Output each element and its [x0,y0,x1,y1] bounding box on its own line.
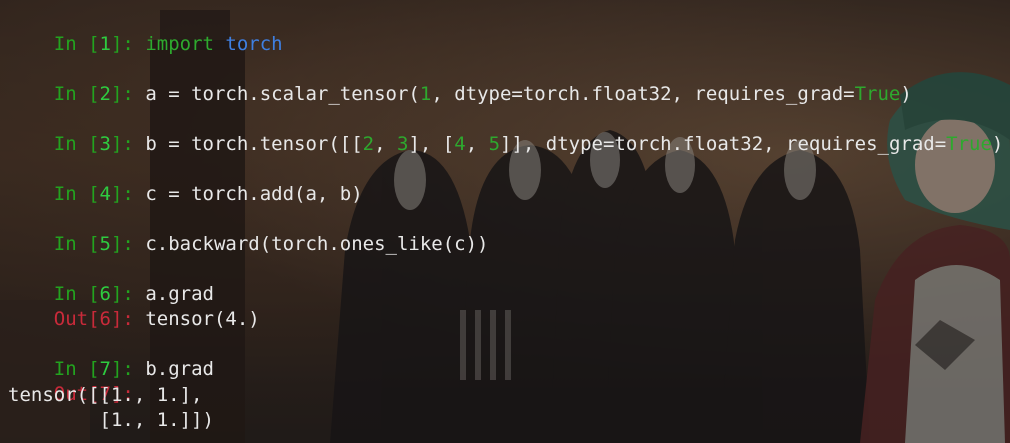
out-prompt-label: Out[ [53,308,100,330]
in-prompt-close: ]: [110,83,134,105]
in-prompt-number: 1 [99,33,111,55]
boolean-literal: True [946,133,992,155]
code-text: , dtype=torch.float32, requires_grad= [431,83,855,105]
in-prompt-label: In [ [53,83,100,105]
in-prompt-close: ]: [110,183,134,205]
number-literal: 1 [419,83,432,105]
input-line-1: In [1]: import torch [8,8,283,55]
input-line-4: In [4]: c = torch.add(a, b) [8,158,363,205]
code-text: ]], dtype=torch.float32, requires_grad= [500,133,947,155]
code-text: , [374,133,398,155]
in-prompt-close: ]: [110,33,134,55]
number-literal: 5 [488,133,501,155]
output-text-line-2: [1., 1.]]) [8,409,214,431]
boolean-literal: True [854,83,901,105]
out-prompt-number: 6 [99,308,111,330]
code-text: ) [991,133,1004,155]
input-line-6: In [6]: a.grad [8,258,214,305]
input-line-7: In [7]: b.grad [8,333,214,380]
ipython-terminal[interactable]: In [1]: import torch In [2]: a = torch.s… [8,0,1010,443]
number-literal: 3 [397,133,409,155]
in-prompt-close: ]: [110,133,134,155]
code-text: , [465,133,489,155]
in-prompt-number: 5 [99,233,111,255]
in-prompt-label: In [ [53,133,100,155]
number-literal: 2 [362,133,375,155]
keyword-import: import [145,33,214,55]
code-text: c.backward(torch.ones_like(c)) [145,233,489,255]
in-prompt-label: In [ [53,33,100,55]
input-line-2: In [2]: a = torch.scalar_tensor(1, dtype… [8,58,912,105]
module-name: torch [225,33,283,55]
input-line-5: In [5]: c.backward(torch.ones_like(c)) [8,208,489,255]
in-prompt-label: In [ [53,183,100,205]
code-text: ], [ [408,133,455,155]
output-line-7: Out[7]: [8,358,134,405]
code-text: b.grad [145,358,214,380]
output-text: tensor(4.) [145,308,260,330]
in-prompt-close: ]: [110,233,134,255]
output-line-6: Out[6]: tensor(4.) [8,283,260,330]
in-prompt-number: 4 [99,183,111,205]
code-text: c = torch.add(a, b) [145,183,363,205]
code-text: ) [900,83,912,105]
output-text-line-1: tensor([[1., 1.], [8,384,203,406]
code-text: a = torch.scalar_tensor( [145,83,420,105]
in-prompt-number: 3 [99,133,111,155]
input-line-3: In [3]: b = torch.tensor([[2, 3], [4, 5]… [8,108,1004,155]
in-prompt-label: In [ [53,233,100,255]
number-literal: 4 [454,133,466,155]
code-text: b = torch.tensor([[ [145,133,363,155]
in-prompt-number: 2 [99,83,111,105]
out-prompt-close: ]: [110,308,134,330]
